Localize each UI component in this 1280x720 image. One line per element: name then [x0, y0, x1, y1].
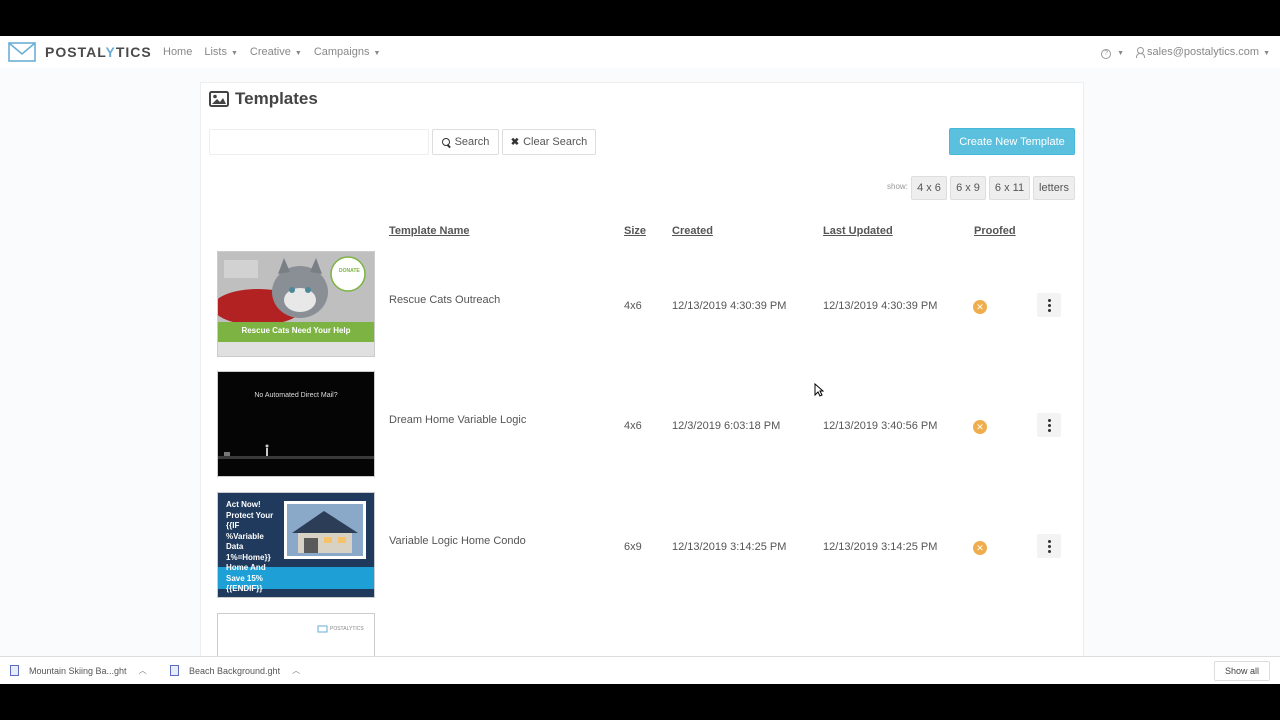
envelope-logo-icon: [8, 42, 36, 62]
template-thumbnail[interactable]: No Automated Direct Mail?: [217, 371, 375, 477]
nav-right: ? ▼ sales@postalytics.com ▼: [1101, 36, 1270, 68]
user-icon: [1136, 47, 1146, 58]
caret-down-icon: ▼: [230, 50, 238, 57]
x-circle-icon: ✕: [973, 541, 987, 555]
template-thumbnail[interactable]: Act Now! Protect Your {{IF %Variable Dat…: [217, 492, 375, 598]
template-name[interactable]: Rescue Cats Outreach: [389, 294, 500, 306]
x-circle-icon: ✕: [973, 300, 987, 314]
search-button[interactable]: Search: [432, 129, 499, 155]
col-template-name[interactable]: Template Name: [389, 225, 470, 237]
filter-4x6-button[interactable]: 4 x 6: [911, 176, 947, 200]
download-item[interactable]: Beach Background.ght ︿: [170, 665, 320, 676]
template-name[interactable]: Variable Logic Home Condo: [389, 535, 526, 547]
filter-letters-button[interactable]: letters: [1033, 176, 1075, 200]
nav-lists[interactable]: Lists ▼: [204, 46, 238, 58]
template-updated: 12/13/2019 3:14:25 PM: [823, 541, 938, 553]
templates-panel: Templates Search ✖ Clear Search Create Ne…: [200, 82, 1084, 656]
top-navbar: POSTALYTICS Home Lists ▼ Creative ▼ Campai…: [0, 36, 1280, 68]
caret-down-icon: ▼: [1117, 49, 1125, 57]
file-icon: [10, 665, 19, 676]
show-all-button[interactable]: Show all: [1213, 661, 1270, 681]
download-item[interactable]: Mountain Skiing Ba...ght ︿: [10, 665, 160, 676]
show-filter-label: show:: [887, 182, 908, 191]
app-window: POSTALYTICS Home Lists ▼ Creative ▼ Campai…: [0, 36, 1280, 656]
template-updated: 12/13/2019 3:40:56 PM: [823, 420, 938, 432]
postalytics-thumbnail-image: [218, 614, 374, 656]
clear-search-button[interactable]: ✖ Clear Search: [502, 129, 596, 155]
x-circle-icon: ✕: [973, 420, 987, 434]
template-name[interactable]: Dream Home Variable Logic: [389, 414, 526, 426]
template-created: 12/13/2019 4:30:39 PM: [672, 300, 787, 312]
template-thumbnail[interactable]: DONATE Rescue Cats Need Your Help: [217, 251, 375, 357]
mouse-cursor-icon: [814, 383, 824, 397]
create-template-button[interactable]: Create New Template: [949, 128, 1075, 155]
template-updated: 12/13/2019 4:30:39 PM: [823, 300, 938, 312]
thumbnail-banner-text: Rescue Cats Need Your Help: [241, 326, 351, 335]
template-size: 6x9: [624, 541, 642, 553]
thumbnail-variable-text: Act Now! Protect Your {{IF %Variable Dat…: [226, 500, 274, 593]
help-menu[interactable]: ? ▼: [1101, 46, 1124, 59]
template-created: 12/13/2019 3:14:25 PM: [672, 541, 787, 553]
caret-down-icon: ▼: [1263, 50, 1270, 57]
brand-name: POSTALYTICS: [45, 44, 152, 60]
col-last-updated[interactable]: Last Updated: [823, 225, 893, 237]
nav-links: Home Lists ▼ Creative ▼ Campaigns ▼: [163, 46, 392, 58]
col-proofed[interactable]: Proofed: [974, 225, 1016, 237]
search-icon: [441, 137, 451, 147]
col-size[interactable]: Size: [624, 225, 646, 237]
template-created: 12/3/2019 6:03:18 PM: [672, 420, 781, 432]
nav-creative[interactable]: Creative ▼: [250, 46, 302, 58]
close-icon: ✖: [510, 136, 520, 148]
row-actions-button[interactable]: [1037, 534, 1061, 558]
page-title: Templates: [209, 89, 318, 109]
search-input[interactable]: [209, 129, 429, 155]
nav-campaigns[interactable]: Campaigns ▼: [314, 46, 381, 58]
downloads-bar: Mountain Skiing Ba...ght ︿ Beach Backgro…: [0, 656, 1280, 684]
table-row: Act Now! Protect Your {{IF %Variable Dat…: [201, 492, 1083, 612]
caret-down-icon: ▼: [373, 50, 381, 57]
col-created[interactable]: Created: [672, 225, 713, 237]
row-actions-button[interactable]: [1037, 413, 1061, 437]
filter-6x9-button[interactable]: 6 x 9: [950, 176, 986, 200]
caret-down-icon: ▼: [294, 50, 302, 57]
thumbnail-logo-text: POSTALYTICS: [330, 626, 364, 632]
nav-home[interactable]: Home: [163, 46, 192, 58]
brand-logo[interactable]: POSTALYTICS: [8, 42, 154, 62]
template-thumbnail[interactable]: POSTALYTICS: [217, 613, 375, 656]
chevron-up-icon[interactable]: ︿: [292, 665, 300, 676]
help-icon: ?: [1101, 48, 1112, 59]
donate-badge: DONATE: [339, 268, 360, 274]
filter-6x11-button[interactable]: 6 x 11: [989, 176, 1030, 200]
row-actions-button[interactable]: [1037, 293, 1061, 317]
chevron-up-icon[interactable]: ︿: [139, 665, 147, 676]
table-row: DONATE Rescue Cats Need Your Help Rescue…: [201, 251, 1083, 371]
dream-home-thumbnail-image: [218, 372, 374, 476]
file-icon: [170, 665, 179, 676]
table-row: No Automated Direct Mail? Dream Home Var…: [201, 371, 1083, 491]
thumbnail-headline: No Automated Direct Mail?: [254, 392, 338, 399]
table-row: POSTALYTICS: [201, 613, 1083, 656]
image-icon: [209, 91, 229, 107]
user-menu[interactable]: sales@postalytics.com ▼: [1147, 46, 1270, 58]
template-size: 4x6: [624, 300, 642, 312]
template-size: 4x6: [624, 420, 642, 432]
